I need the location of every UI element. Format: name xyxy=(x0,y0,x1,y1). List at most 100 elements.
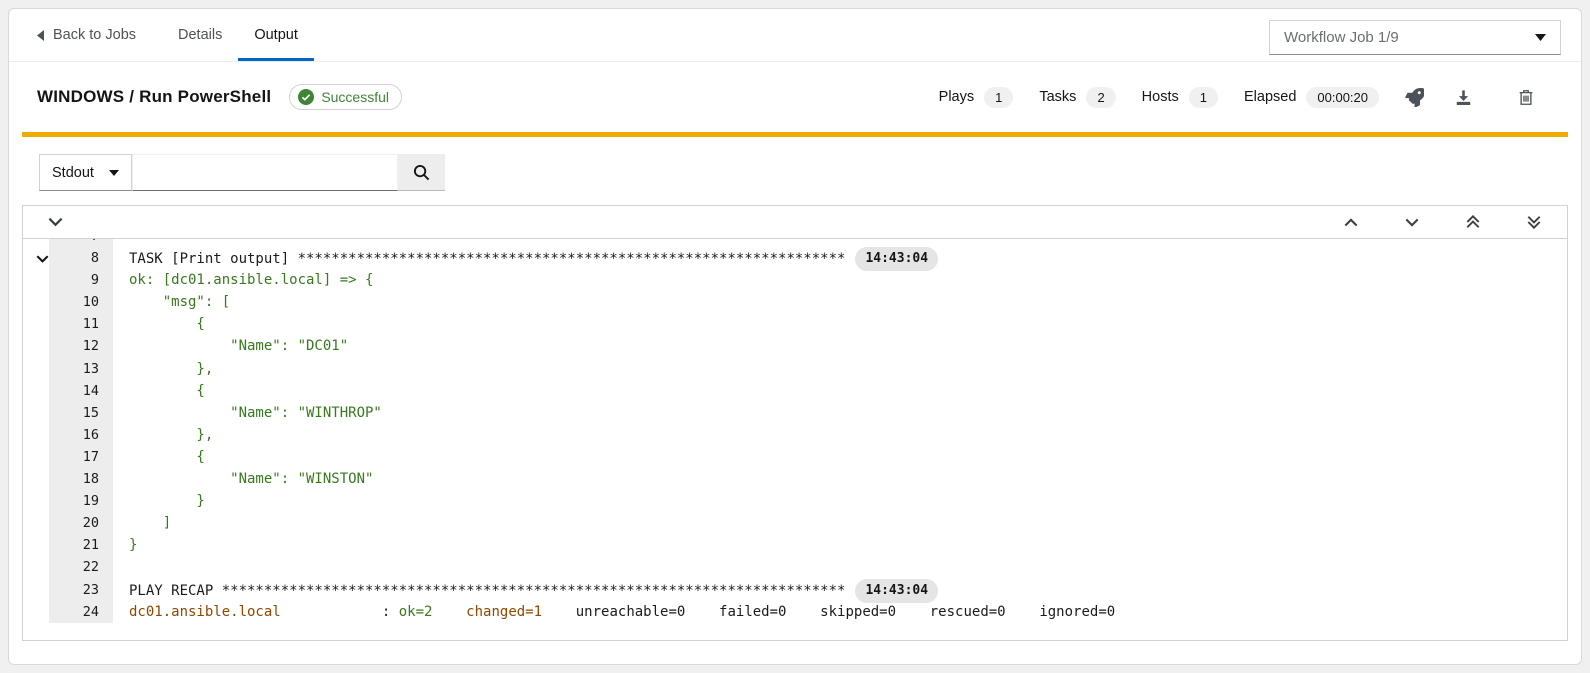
scroll-previous-button[interactable] xyxy=(1344,218,1358,227)
line-segment: { xyxy=(129,380,205,402)
console-line: 23 PLAY RECAP ***************************… xyxy=(23,579,1567,601)
line-segment: ] xyxy=(129,512,171,534)
line-content: }, xyxy=(113,424,1567,446)
line-number: 12 xyxy=(49,335,113,357)
search-icon xyxy=(413,164,430,181)
line-number: 21 xyxy=(49,534,113,556)
line-toggle-empty xyxy=(23,579,49,603)
line-toggle-empty xyxy=(23,335,49,357)
search-button[interactable] xyxy=(398,154,445,191)
job-status-bar xyxy=(22,132,1568,137)
stdout-console: 78TASK [Print output] ******************… xyxy=(22,205,1568,641)
job-header: WINDOWS / Run PowerShell Successful Play… xyxy=(9,62,1581,132)
tab-details-label: Details xyxy=(178,27,222,43)
line-number: 17 xyxy=(49,446,113,468)
trash-icon xyxy=(1517,88,1535,107)
stat-tasks-label: Tasks xyxy=(1039,89,1076,105)
relaunch-button[interactable] xyxy=(1405,88,1424,107)
line-segment: : xyxy=(281,601,399,623)
line-content: "Name": "WINSTON" xyxy=(113,468,1567,490)
line-content: "Name": "DC01" xyxy=(113,335,1567,357)
console-nav-buttons xyxy=(1344,215,1541,229)
console-line: 21} xyxy=(23,534,1567,556)
status-badge-label: Successful xyxy=(321,89,389,105)
scroll-to-top-button[interactable] xyxy=(1466,215,1480,229)
back-to-jobs-link[interactable]: Back to Jobs xyxy=(37,9,136,61)
line-segment: "Name": "DC01" xyxy=(129,335,348,357)
console-output[interactable]: 78TASK [Print output] ******************… xyxy=(23,239,1567,640)
line-content: ok: [dc01.ansible.local] => { xyxy=(113,269,1567,291)
expand-collapse-all-button[interactable] xyxy=(48,217,63,227)
stat-plays-label: Plays xyxy=(939,89,974,105)
job-output-panel: Back to Jobs Details Output Workflow Job… xyxy=(8,8,1582,665)
line-segment xyxy=(432,601,466,623)
line-toggle-empty xyxy=(23,468,49,490)
console-line: 13 }, xyxy=(23,358,1567,380)
line-content: "Name": "WINTHROP" xyxy=(113,402,1567,424)
console-toolbar xyxy=(23,206,1567,239)
line-content: }, xyxy=(113,358,1567,380)
line-toggle-empty xyxy=(23,358,49,380)
stat-tasks-count: 2 xyxy=(1086,87,1115,108)
chevron-up-icon xyxy=(1344,218,1358,227)
console-line: 9ok: [dc01.ansible.local] => { xyxy=(23,269,1567,291)
line-segment: changed=1 xyxy=(466,601,542,623)
line-segment: ok=2 xyxy=(399,601,433,623)
line-toggle-empty xyxy=(23,512,49,534)
line-number: 13 xyxy=(49,358,113,380)
line-segment: }, xyxy=(129,358,213,380)
line-number: 19 xyxy=(49,490,113,512)
page-title: WINDOWS / Run PowerShell xyxy=(37,87,271,107)
line-expand-toggle[interactable] xyxy=(23,247,49,271)
stat-hosts-label: Hosts xyxy=(1142,89,1179,105)
delete-job-button[interactable] xyxy=(1517,88,1535,107)
line-segment: "msg": [ xyxy=(129,291,230,313)
console-line: 17 { xyxy=(23,446,1567,468)
timestamp-badge: 14:43:04 xyxy=(855,247,938,271)
double-chevron-up-icon xyxy=(1466,215,1480,229)
download-output-button[interactable] xyxy=(1454,88,1473,107)
line-number: 18 xyxy=(49,468,113,490)
line-toggle-empty xyxy=(23,239,49,247)
line-content: } xyxy=(113,534,1567,556)
line-number: 10 xyxy=(49,291,113,313)
line-segment: "Name": "WINTHROP" xyxy=(129,402,382,424)
line-toggle-empty xyxy=(23,291,49,313)
search-input[interactable] xyxy=(132,154,398,191)
tab-output-label: Output xyxy=(254,27,298,43)
line-number: 24 xyxy=(49,601,113,623)
line-segment: { xyxy=(129,313,205,335)
line-number: 14 xyxy=(49,380,113,402)
console-line: 22 xyxy=(23,556,1567,578)
stat-plays-count: 1 xyxy=(984,87,1013,108)
tab-output[interactable]: Output xyxy=(238,9,314,61)
line-number: 23 xyxy=(49,579,113,603)
line-segment: "Name": "WINSTON" xyxy=(129,468,373,490)
scroll-to-bottom-button[interactable] xyxy=(1527,215,1541,229)
line-segment xyxy=(542,601,576,623)
line-segment: PLAY RECAP *****************************… xyxy=(129,580,845,602)
line-content: PLAY RECAP *****************************… xyxy=(113,579,1567,603)
timestamp-badge: 14:43:04 xyxy=(855,579,938,603)
line-toggle-empty xyxy=(23,424,49,446)
console-line: 16 }, xyxy=(23,424,1567,446)
stat-plays: Plays 1 xyxy=(939,87,1014,108)
line-number: 16 xyxy=(49,424,113,446)
stat-elapsed: Elapsed 00:00:20 xyxy=(1244,87,1379,108)
chevron-down-icon xyxy=(1405,218,1419,227)
line-segment: }, xyxy=(129,424,213,446)
workflow-job-select[interactable]: Workflow Job 1/9 xyxy=(1269,20,1561,55)
line-content: { xyxy=(113,446,1567,468)
line-content: "msg": [ xyxy=(113,291,1567,313)
line-content: ] xyxy=(113,512,1567,534)
tab-details[interactable]: Details xyxy=(162,9,238,61)
stat-elapsed-label: Elapsed xyxy=(1244,89,1296,105)
line-number: 9 xyxy=(49,269,113,291)
console-line: 10 "msg": [ xyxy=(23,291,1567,313)
stdout-filter-select[interactable]: Stdout xyxy=(39,154,132,191)
scroll-next-button[interactable] xyxy=(1405,218,1419,227)
line-number: 7 xyxy=(49,239,113,247)
output-search-row: Stdout xyxy=(39,154,1581,191)
line-segment: } xyxy=(129,534,137,556)
line-content: { xyxy=(113,380,1567,402)
